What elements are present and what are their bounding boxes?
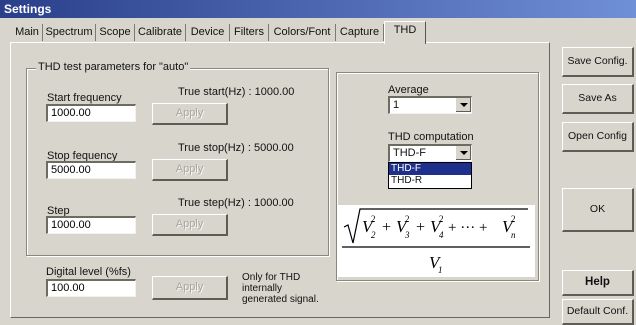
svg-text:2: 2	[439, 214, 444, 224]
help-button[interactable]: Help	[562, 270, 634, 296]
thd-computation-label: THD computation	[388, 131, 474, 143]
thd-params-group-title: THD test parameters for "auto"	[36, 61, 191, 73]
true-step-text: True step(Hz) : 1000.00	[178, 197, 294, 209]
tab-calibrate[interactable]: Calibrate	[135, 24, 186, 41]
tab-scope[interactable]: Scope	[96, 24, 135, 41]
step-apply-button[interactable]: Apply	[152, 214, 228, 236]
tab-spectrum[interactable]: Spectrum	[43, 24, 96, 41]
thd-computation-dropdown: THD-F THD-R	[388, 162, 472, 189]
chevron-down-icon[interactable]	[455, 98, 471, 112]
chevron-down-icon[interactable]	[455, 146, 471, 160]
average-value: 1	[393, 99, 400, 111]
option-thd-r[interactable]: THD-R	[389, 175, 471, 187]
tab-filters[interactable]: Filters	[230, 24, 269, 41]
tab-colors-font[interactable]: Colors/Font	[269, 24, 336, 41]
stop-apply-button[interactable]: Apply	[152, 159, 228, 181]
digital-level-label: Digital level (%fs)	[46, 266, 131, 278]
digital-level-input[interactable]: 100.00	[46, 279, 136, 297]
option-thd-f[interactable]: THD-F	[389, 163, 471, 175]
tab-main[interactable]: Main	[12, 24, 43, 41]
svg-text:+: +	[382, 219, 391, 236]
thd-computation-select[interactable]: THD-F	[388, 144, 472, 162]
svg-text:+ ··· +: + ··· +	[448, 220, 487, 236]
save-as-button[interactable]: Save As	[562, 84, 634, 114]
internal-signal-note: Only for THD internally generated signal…	[242, 272, 319, 305]
digital-level-apply-button[interactable]: Apply	[152, 276, 228, 300]
ok-button[interactable]: OK	[562, 188, 634, 232]
thd-formula: V 2 2 + V 3 2 + V 4 2 + ··· + V n 2 V 1	[338, 205, 535, 277]
average-label: Average	[388, 84, 429, 96]
svg-text:n: n	[511, 230, 516, 240]
start-frequency-label: Start frequency	[47, 92, 122, 104]
average-select[interactable]: 1	[388, 96, 472, 114]
tab-thd[interactable]: THD	[384, 21, 426, 44]
svg-text:2: 2	[405, 214, 410, 224]
tab-capture[interactable]: Capture	[336, 24, 384, 41]
start-frequency-input[interactable]: 1000.00	[46, 104, 136, 122]
svg-text:2: 2	[371, 230, 376, 240]
window-title: Settings	[0, 0, 636, 18]
svg-text:4: 4	[439, 230, 444, 240]
open-config-button[interactable]: Open Config	[562, 122, 634, 152]
default-conf-button[interactable]: Default Conf.	[562, 299, 634, 325]
svg-text:2: 2	[511, 214, 516, 224]
svg-text:3: 3	[404, 230, 410, 240]
start-apply-button[interactable]: Apply	[152, 103, 228, 125]
svg-text:1: 1	[438, 265, 443, 275]
thd-computation-value: THD-F	[393, 147, 426, 159]
step-input[interactable]: 1000.00	[46, 216, 136, 234]
true-stop-text: True stop(Hz) : 5000.00	[178, 142, 294, 154]
thd-formula-graphic: V 2 2 + V 3 2 + V 4 2 + ··· + V n 2 V 1	[342, 208, 530, 275]
tab-device[interactable]: Device	[186, 24, 230, 41]
svg-text:+: +	[416, 219, 425, 236]
stop-frequency-input[interactable]: 5000.00	[46, 161, 136, 179]
true-start-text: True start(Hz) : 1000.00	[178, 86, 295, 98]
svg-text:2: 2	[371, 214, 376, 224]
save-config-button[interactable]: Save Config.	[562, 47, 634, 77]
